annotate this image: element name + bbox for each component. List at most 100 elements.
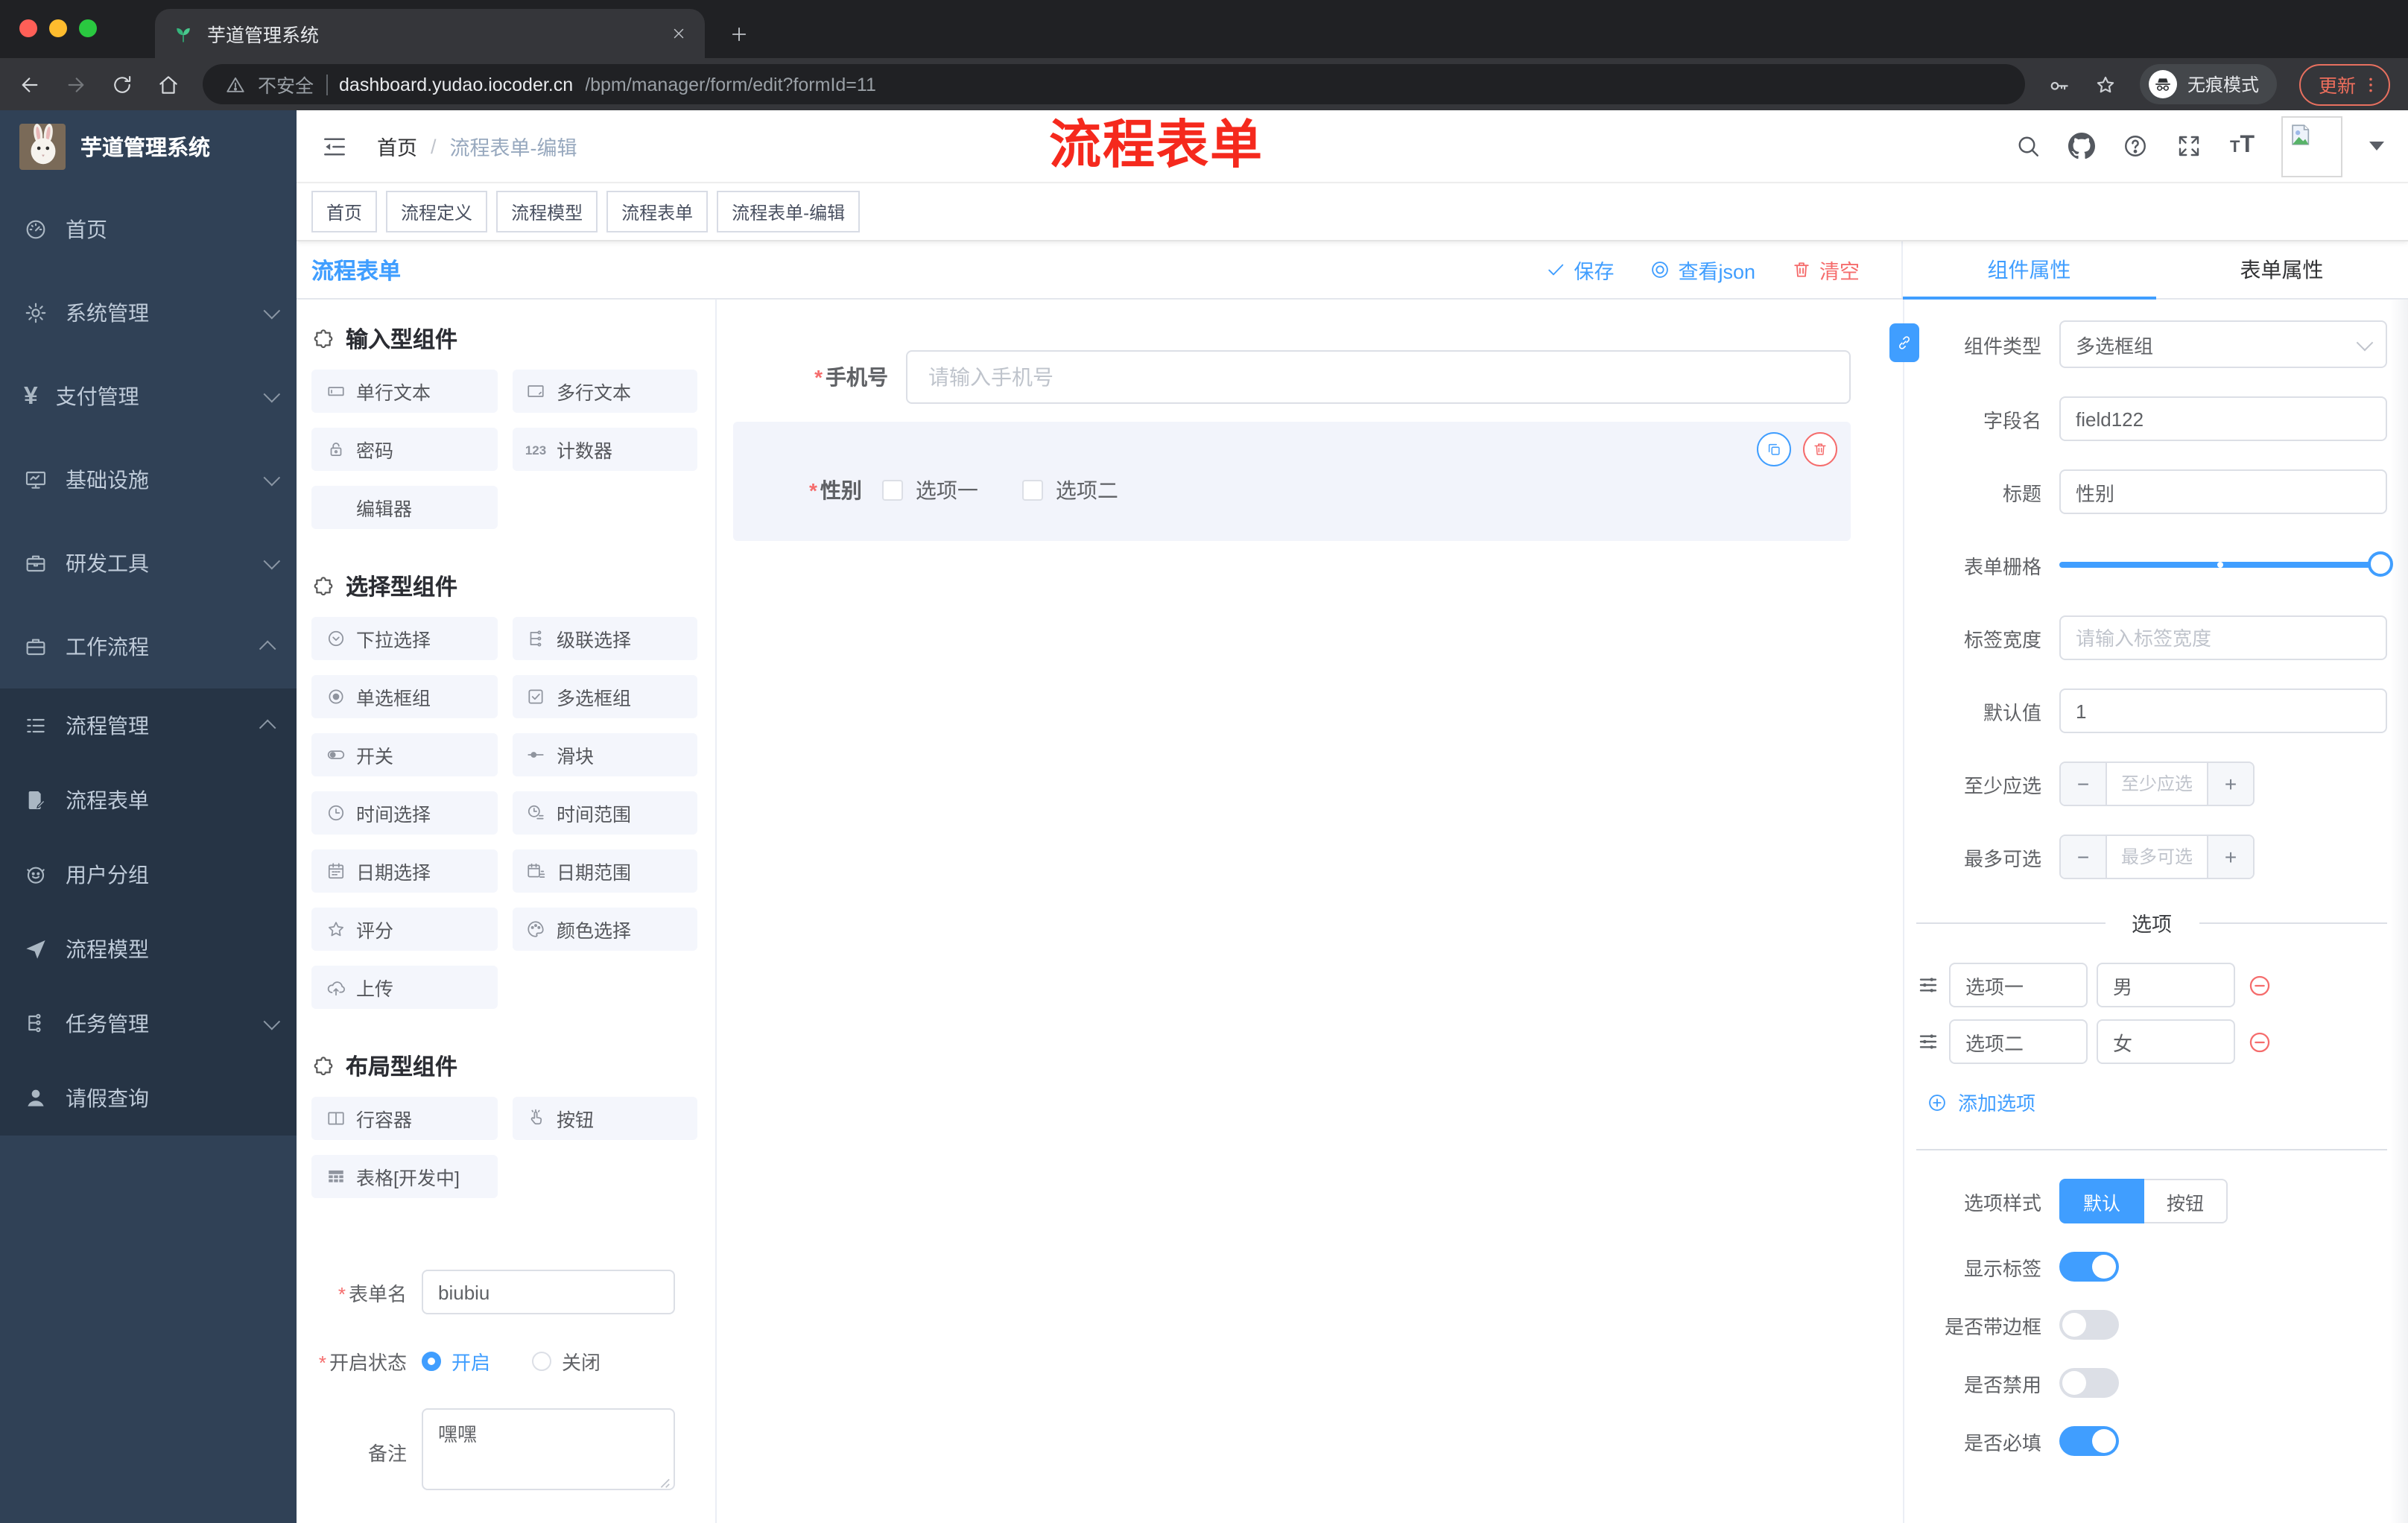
palette-item[interactable]: 时间选择 xyxy=(311,791,497,835)
reload-icon[interactable] xyxy=(110,72,134,96)
view-tag[interactable]: 流程定义 × xyxy=(386,191,488,232)
toggle-switch[interactable] xyxy=(2059,1426,2119,1456)
sidebar-subitem[interactable]: 流程模型 xyxy=(0,912,297,987)
save-button[interactable]: 保存 xyxy=(1545,255,1614,285)
palette-item[interactable]: 开关 xyxy=(311,733,497,776)
close-window-button[interactable] xyxy=(19,19,37,37)
palette-item[interactable]: 多选框组 xyxy=(512,675,697,718)
remove-option-icon[interactable] xyxy=(2247,972,2272,998)
user-avatar[interactable] xyxy=(2281,115,2342,177)
gender-checkbox-option[interactable]: 选项二 xyxy=(1022,475,1118,505)
toggle-switch[interactable] xyxy=(2059,1252,2119,1282)
insecure-warning-icon[interactable] xyxy=(225,74,246,95)
remove-option-icon[interactable] xyxy=(2247,1029,2272,1054)
home-icon[interactable] xyxy=(156,72,180,96)
form-grid-slider[interactable] xyxy=(2059,542,2393,587)
palette-item[interactable]: 密码 xyxy=(311,428,497,471)
tab-component-props[interactable]: 组件属性 xyxy=(1903,241,2155,298)
palette-item[interactable]: 下拉选择 xyxy=(311,617,497,660)
toggle-switch[interactable] xyxy=(2059,1368,2119,1398)
option-value-input[interactable] xyxy=(2097,963,2235,1007)
palette-item[interactable]: 123 计数器 xyxy=(512,428,697,471)
browser-tab[interactable]: 芋道管理系统 xyxy=(155,9,705,58)
stepper-minus-button[interactable]: − xyxy=(2061,763,2107,805)
style-default-button[interactable]: 默认 xyxy=(2059,1179,2145,1223)
sidebar-item[interactable]: 系统管理 xyxy=(0,271,297,355)
copy-component-button[interactable] xyxy=(1757,432,1791,466)
sidebar-item[interactable]: 基础设施 xyxy=(0,438,297,522)
back-icon[interactable] xyxy=(18,72,42,96)
form-name-input[interactable] xyxy=(422,1270,675,1314)
new-tab-button[interactable] xyxy=(729,24,750,45)
max-select-input[interactable] xyxy=(2107,836,2207,878)
search-icon[interactable] xyxy=(2015,133,2042,159)
slider-thumb[interactable] xyxy=(2368,551,2393,577)
view-tag[interactable]: 流程表单 × xyxy=(606,191,709,232)
palette-item[interactable]: 单行文本 xyxy=(311,370,497,413)
sidebar-item[interactable]: 研发工具 xyxy=(0,522,297,605)
password-key-icon[interactable] xyxy=(2047,72,2071,96)
stepper-minus-button[interactable]: − xyxy=(2061,836,2107,878)
address-bar[interactable]: 不安全 dashboard.yudao.iocoder.cn/bpm/manag… xyxy=(203,64,2025,104)
palette-item[interactable]: 颜色选择 xyxy=(512,908,697,951)
palette-item[interactable]: 日期选择 xyxy=(311,849,497,893)
minimize-window-button[interactable] xyxy=(49,19,67,37)
drag-handle-icon[interactable] xyxy=(1916,1030,1940,1054)
status-on-radio[interactable]: 开启 xyxy=(422,1347,490,1375)
component-type-select[interactable]: 多选框组 xyxy=(2059,320,2387,368)
help-icon[interactable] xyxy=(2123,133,2149,159)
add-option-button[interactable]: 添加选项 xyxy=(1927,1088,2387,1116)
font-size-icon[interactable]: TT xyxy=(2230,133,2255,159)
gender-field-selected[interactable]: * 性别 选项一 选项二 xyxy=(733,422,1851,541)
breadcrumb-home[interactable]: 首页 xyxy=(377,131,417,161)
sidebar-subitem[interactable]: 流程表单 xyxy=(0,763,297,838)
style-button-button[interactable]: 按钮 xyxy=(2144,1179,2228,1223)
github-icon[interactable] xyxy=(2068,133,2096,159)
view-tag[interactable]: 首页 × xyxy=(311,191,378,232)
phone-input[interactable] xyxy=(906,350,1851,404)
link-tab[interactable] xyxy=(1889,323,1919,362)
tab-form-props[interactable]: 表单属性 xyxy=(2155,241,2408,298)
label-width-input[interactable] xyxy=(2059,615,2387,660)
palette-item[interactable]: 表格[开发中] xyxy=(311,1155,497,1198)
palette-item[interactable]: 多行文本 xyxy=(512,370,697,413)
form-remark-textarea[interactable]: 嘿嘿 xyxy=(422,1408,675,1490)
view-tag[interactable]: 流程表单-编辑 × xyxy=(717,191,861,232)
title-input[interactable] xyxy=(2059,469,2387,514)
sidebar-subitem[interactable]: 请假查询 xyxy=(0,1061,297,1136)
sidebar-subitem[interactable]: 流程管理 xyxy=(0,688,297,763)
palette-item[interactable]: 按钮 xyxy=(512,1097,697,1140)
phone-field[interactable]: * 手机号 xyxy=(717,350,1851,404)
default-value-input[interactable] xyxy=(2059,688,2387,733)
tab-close-icon[interactable] xyxy=(671,25,687,42)
option-label-input[interactable] xyxy=(1949,963,2088,1007)
browser-update-button[interactable]: 更新 xyxy=(2298,63,2390,105)
palette-item[interactable]: 编辑器 xyxy=(311,486,497,529)
min-select-input[interactable] xyxy=(2107,763,2207,805)
drag-handle-icon[interactable] xyxy=(1916,973,1940,997)
field-name-input[interactable] xyxy=(2059,396,2387,441)
sidebar-subitem[interactable]: 用户分组 xyxy=(0,838,297,912)
toggle-switch[interactable] xyxy=(2059,1310,2119,1340)
bookmark-star-icon[interactable] xyxy=(2094,72,2117,96)
palette-item[interactable]: 上传 xyxy=(311,966,497,1009)
option-label-input[interactable] xyxy=(1949,1019,2088,1064)
browser-menu-dots-icon[interactable] xyxy=(2360,74,2381,95)
palette-item[interactable]: 级联选择 xyxy=(512,617,697,660)
view-tag[interactable]: 流程模型 × xyxy=(496,191,598,232)
palette-item[interactable]: 单选框组 xyxy=(311,675,497,718)
view-json-button[interactable]: 查看json xyxy=(1650,255,1755,285)
palette-item[interactable]: 滑块 xyxy=(512,733,697,776)
palette-item[interactable]: 评分 xyxy=(311,908,497,951)
stepper-plus-button[interactable]: + xyxy=(2207,836,2253,878)
stepper-plus-button[interactable]: + xyxy=(2207,763,2253,805)
sidebar-item[interactable]: 工作流程 xyxy=(0,605,297,688)
clear-button[interactable]: 清空 xyxy=(1791,255,1860,285)
sidebar-item[interactable]: ¥ 支付管理 xyxy=(0,355,297,438)
status-off-radio[interactable]: 关闭 xyxy=(532,1347,601,1375)
palette-item[interactable]: 行容器 xyxy=(311,1097,497,1140)
fullscreen-icon[interactable] xyxy=(2176,133,2203,159)
option-value-input[interactable] xyxy=(2097,1019,2235,1064)
resize-handle-icon[interactable] xyxy=(657,1475,671,1489)
sidebar-subitem[interactable]: 任务管理 xyxy=(0,987,297,1061)
